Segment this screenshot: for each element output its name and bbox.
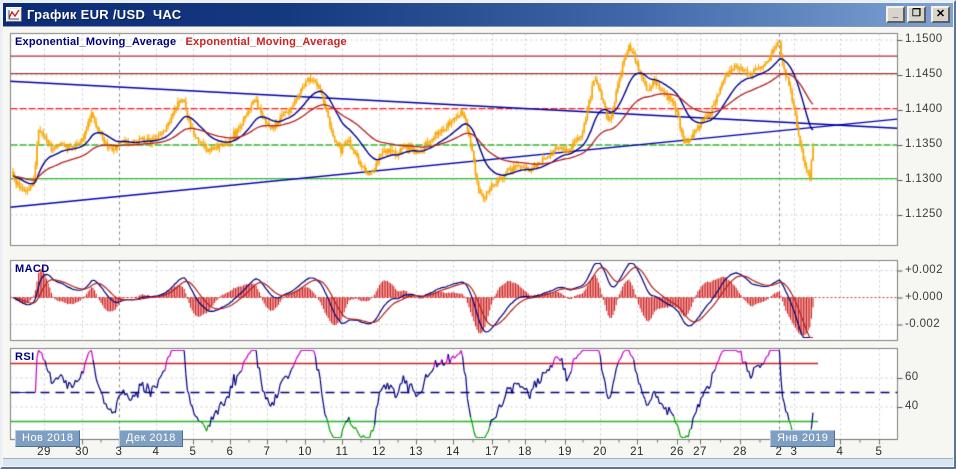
chart-icon [6, 7, 22, 22]
price-chart-panel[interactable] [10, 33, 897, 245]
chart-window: График EUR /USD ЧАС _ ❐ ✕ Exponential_Mo… [0, 0, 956, 469]
title-bar[interactable]: График EUR /USD ЧАС _ ❐ ✕ [3, 3, 953, 26]
close-button[interactable]: ✕ [931, 6, 950, 23]
minimize-button[interactable]: _ [886, 6, 905, 23]
macd-panel[interactable] [10, 260, 897, 340]
rsi-panel[interactable] [10, 348, 897, 439]
maximize-button[interactable]: ❐ [907, 6, 926, 23]
window-title: График EUR /USD ЧАС [27, 7, 182, 22]
